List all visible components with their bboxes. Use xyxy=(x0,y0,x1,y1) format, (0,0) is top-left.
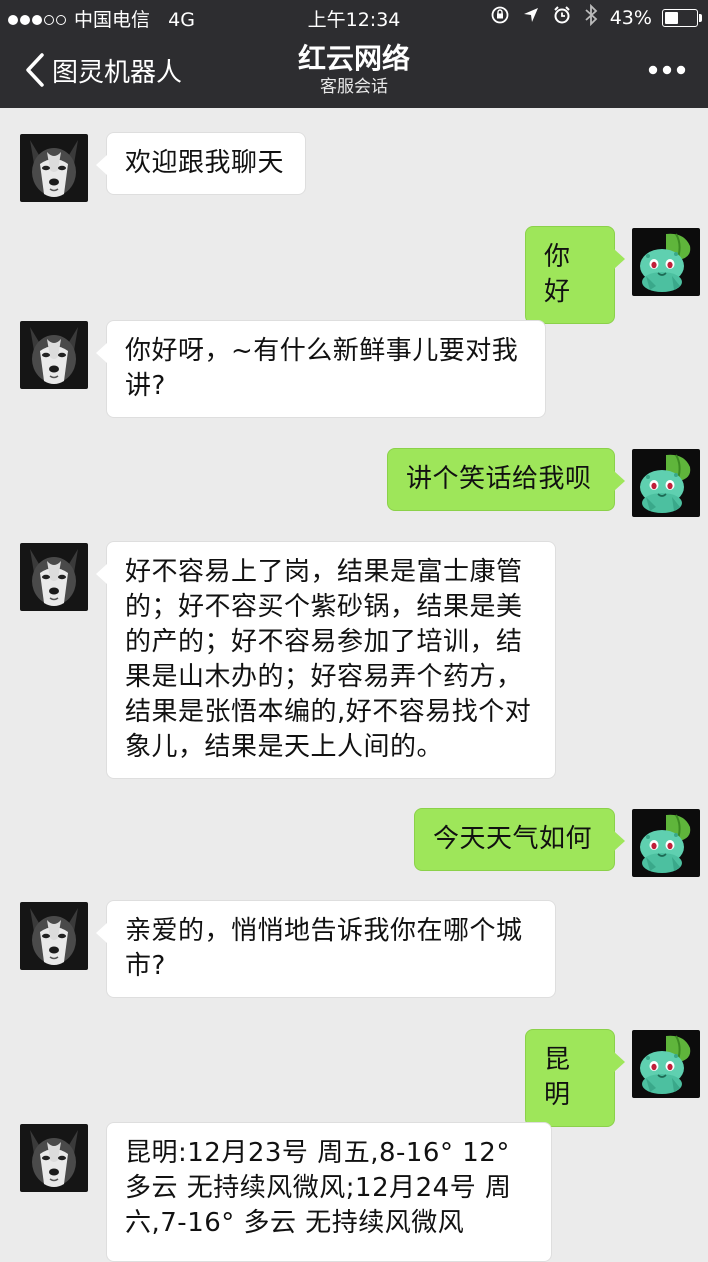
bluetooth-icon xyxy=(584,3,598,31)
message-text: 昆明 xyxy=(544,1045,571,1110)
husky-avatar-icon xyxy=(20,1124,88,1192)
chevron-left-icon xyxy=(26,53,44,87)
husky-avatar-icon xyxy=(20,902,88,970)
bot-avatar[interactable] xyxy=(20,1124,88,1192)
location-icon xyxy=(522,6,540,29)
bot-message-bubble[interactable]: 昆明:12月23号 周五,8-16° 12° 多云 无持续风微风;12月24号 … xyxy=(106,1122,552,1262)
bot-message-bubble[interactable]: 你好呀，~有什么新鲜事儿要对我讲? xyxy=(96,320,546,418)
page-subtitle: 客服会话 xyxy=(320,77,388,97)
husky-avatar-icon xyxy=(20,543,88,611)
battery-percentage: 43% xyxy=(609,6,652,29)
user-message-bubble[interactable]: 今天天气如何 xyxy=(414,808,625,871)
husky-avatar-icon xyxy=(20,134,88,202)
bot-avatar[interactable] xyxy=(20,902,88,970)
message-text: 你好 xyxy=(544,242,571,307)
bot-avatar[interactable] xyxy=(20,134,88,202)
app-header: 中国电信 4G 上午12:34 43% 图灵机器人 红云网络 客服会话 xyxy=(0,0,708,108)
navigation-bar: 图灵机器人 红云网络 客服会话 xyxy=(0,34,708,108)
husky-avatar-icon xyxy=(20,321,88,389)
message-text: 讲个笑话给我呗 xyxy=(406,464,592,494)
message-text: 昆明:12月23号 周五,8-16° 12° 多云 无持续风微风;12月24号 … xyxy=(125,1138,512,1238)
user-message-bubble[interactable]: 讲个笑话给我呗 xyxy=(387,448,625,511)
status-bar: 中国电信 4G 上午12:34 43% xyxy=(0,0,708,34)
user-message-bubble[interactable]: 你好 xyxy=(525,226,625,324)
more-options-button[interactable] xyxy=(646,58,688,82)
user-message-bubble[interactable]: 昆明 xyxy=(525,1029,625,1127)
page-title: 红云网络 xyxy=(297,42,410,75)
user-avatar[interactable] xyxy=(632,1030,700,1098)
bulbasaur-avatar-icon xyxy=(632,1030,700,1098)
status-icons: 43% xyxy=(484,3,702,31)
bot-avatar[interactable] xyxy=(20,543,88,611)
user-avatar[interactable] xyxy=(632,809,700,877)
bot-message-bubble[interactable]: 欢迎跟我聊天 xyxy=(96,132,306,195)
bot-message-bubble[interactable]: 亲爱的，悄悄地告诉我你在哪个城市? xyxy=(96,900,556,998)
title-block: 红云网络 客服会话 xyxy=(200,42,508,98)
back-button-label: 图灵机器人 xyxy=(52,57,183,88)
message-text: 欢迎跟我聊天 xyxy=(125,148,285,178)
user-avatar[interactable] xyxy=(632,449,700,517)
bot-message-bubble[interactable]: 好不容易上了岗，结果是富士康管的；好不容买个紫砂锅，结果是美的产的；好不容易参加… xyxy=(96,541,556,779)
bulbasaur-avatar-icon xyxy=(632,449,700,517)
more-dots-icon xyxy=(648,65,686,75)
message-text: 好不容易上了岗，结果是富士康管的；好不容买个紫砂锅，结果是美的产的；好不容易参加… xyxy=(125,557,532,762)
alarm-icon xyxy=(552,5,572,30)
user-avatar[interactable] xyxy=(632,228,700,296)
battery-icon xyxy=(662,8,702,27)
back-button[interactable]: 图灵机器人 xyxy=(22,48,182,92)
message-text: 亲爱的，悄悄地告诉我你在哪个城市? xyxy=(125,916,523,981)
message-text: 今天天气如何 xyxy=(433,824,593,854)
message-text: 你好呀，~有什么新鲜事儿要对我讲? xyxy=(125,336,519,401)
rotation-lock-icon xyxy=(490,5,510,30)
bulbasaur-avatar-icon xyxy=(632,809,700,877)
bulbasaur-avatar-icon xyxy=(632,228,700,296)
bot-avatar[interactable] xyxy=(20,321,88,389)
chat-area[interactable]: 欢迎跟我聊天 你好 你好呀，~有什么新鲜事儿要对我讲? 讲个笑话给我呗 好不容易… xyxy=(0,108,708,1262)
